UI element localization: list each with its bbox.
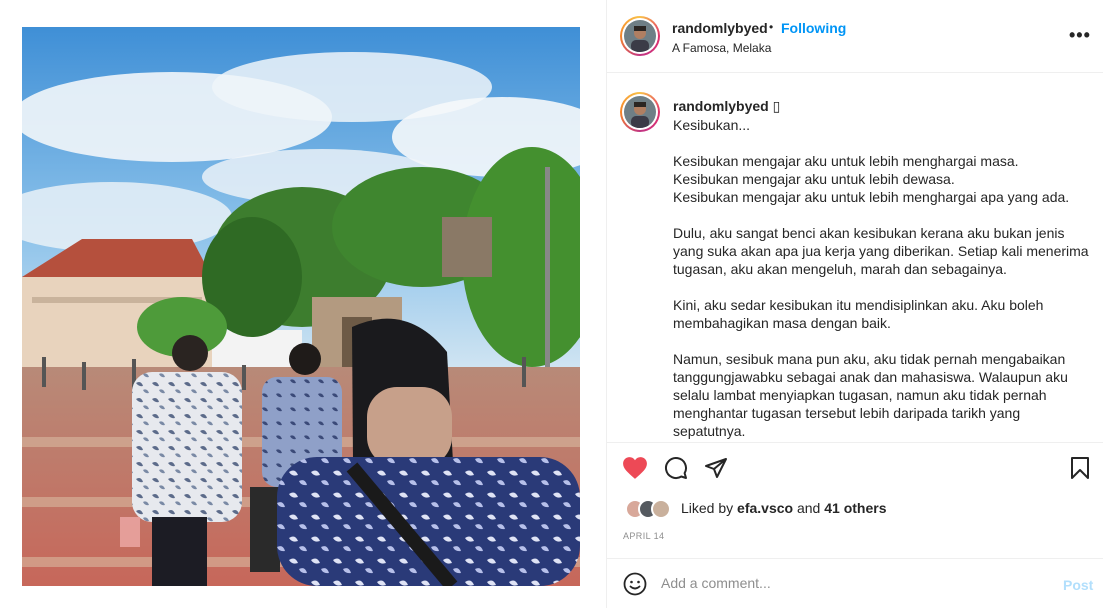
caption-paragraph: Dulu, aku sangat benci akan kesibukan ke… [673,225,1089,277]
liked-by-middle: and [793,500,825,516]
photo-pane [0,0,606,608]
caption-avatar-image [624,96,656,128]
send-icon[interactable] [704,457,728,482]
caption-badge: ▯ [772,98,781,114]
smiley-icon[interactable] [623,572,647,599]
caption-paragraph: Kesibukan... [673,117,751,133]
liked-by-text: Liked by efa.vsco and 41 others [681,500,886,516]
post-actions: Liked by efa.vsco and 41 others APRIL 14 [607,444,1103,559]
comment-icon[interactable] [664,456,688,483]
header-username[interactable]: randomlybyed [672,20,768,36]
post-date[interactable]: APRIL 14 [623,531,664,541]
avatar[interactable] [620,16,660,56]
post-detail-panel: randomlybyed • Following A Famosa, Melak… [606,0,1103,608]
liker-avatar [651,499,671,519]
caption-username[interactable]: randomlybyed ▯ [673,98,780,115]
post-comment-button[interactable]: Post [1063,577,1093,593]
liked-by-prefix: Liked by [681,500,738,516]
post-header: randomlybyed • Following A Famosa, Melak… [607,0,1103,73]
following-button[interactable]: Following [781,20,846,36]
liked-by-others[interactable]: 41 others [824,500,886,516]
heart-filled-icon[interactable] [622,456,648,483]
caption-avatar[interactable] [620,92,660,132]
bookmark-icon[interactable] [1070,457,1090,482]
location-link[interactable]: A Famosa, Melaka [672,41,771,55]
comment-box: Post [607,560,1103,608]
comment-input[interactable] [661,575,1041,591]
caption-area[interactable]: randomlybyed ▯ Kesibukan... Kesibukan me… [607,74,1103,443]
caption-text: Kesibukan... Kesibukan mengajar aku untu… [673,116,1093,442]
post-photo[interactable] [22,27,580,586]
caption-paragraph: Kesibukan mengajar aku untuk lebih mengh… [673,153,1070,205]
caption-paragraph: Kini, aku sedar kesibukan itu mendisipli… [673,297,1044,331]
post-photo-illustration [22,27,580,586]
avatar-image [624,20,656,52]
header-separator: • [769,20,774,34]
more-horizontal-icon[interactable]: ••• [1069,25,1091,46]
caption-username-text: randomlybyed [673,98,769,114]
caption-paragraph: Namun, sesibuk mana pun aku, aku tidak p… [673,351,1068,439]
liked-by-user[interactable]: efa.vsco [737,500,793,516]
